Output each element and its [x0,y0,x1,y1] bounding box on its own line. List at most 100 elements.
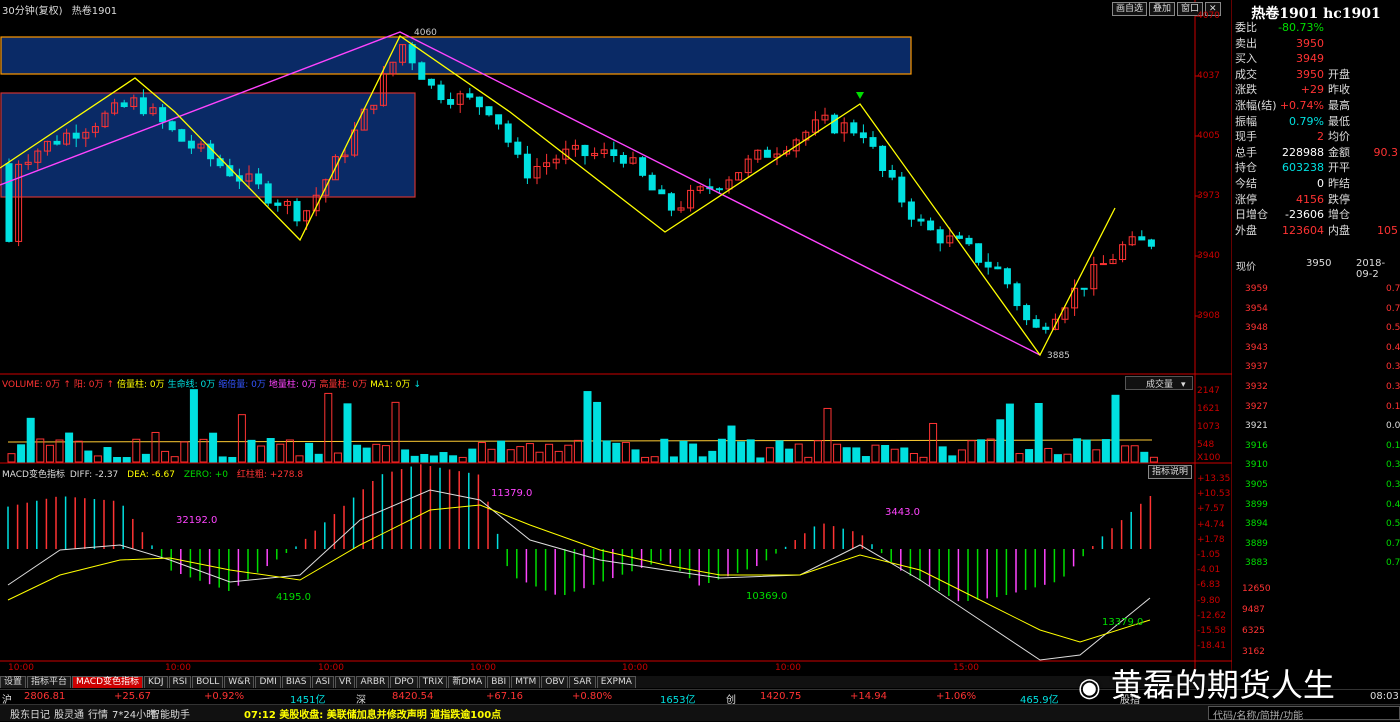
candle-body [936,229,944,244]
volume-bar [525,443,534,463]
volume-legend-item: 倍量柱: 0万 [117,380,165,390]
mini-pct-label: 0.7 [1386,303,1400,314]
kline-chart[interactable] [0,0,1232,676]
index3-chg: +14.94 [850,691,888,702]
mini-price-label: 3959 [1245,284,1268,294]
volume-bar [353,444,362,463]
news-ticker[interactable]: 07:12 美股收盘: 美联储加息并修改声明 道指跌逾100点 [244,706,501,721]
candle-body [447,99,455,105]
mini-price-label: 3905 [1245,480,1268,490]
volume-bar [794,443,803,463]
volume-bar [103,447,112,463]
volume-bar [698,456,707,463]
candle-body [53,140,61,145]
draw-favorite-button[interactable]: 画自选 [1112,2,1148,16]
main-chart-area[interactable] [0,0,1232,676]
tab-17[interactable]: OBV [541,676,569,688]
tab-10[interactable]: VR [335,676,356,688]
volume-legend-item: VOLUME: 0万 [2,380,61,390]
volume-bar [74,440,83,463]
tab-12[interactable]: DPO [390,676,418,688]
volume-bar [583,391,592,463]
tab-19[interactable]: EXPMA [596,676,636,688]
candle-body [619,154,627,164]
footer-item-quotes[interactable]: 行情 [88,706,108,721]
time-axis-label: 10:00 [775,663,801,673]
tab-6[interactable]: W&R [224,676,255,688]
candle-body [120,102,128,108]
volume-axis-label: 1073 [1197,422,1220,432]
candle-body [514,141,522,155]
price-axis-label: 4005 [1197,131,1220,141]
resistance-box [0,36,912,75]
macd-zero: ZERO: +0 [183,470,229,480]
volume-bar [737,441,746,463]
clock: 08:03 [1370,691,1399,702]
tab-1[interactable]: 指标平台 [27,676,72,688]
tab-3[interactable]: KDJ [144,676,168,688]
tab-2[interactable]: MACD变色指标 [72,676,144,688]
candle-body [888,169,896,178]
volume-bar [1025,449,1034,463]
tab-15[interactable]: BBI [487,676,511,688]
volume-bar [429,455,438,463]
quote-value: +0.74% [1279,99,1324,112]
tab-13[interactable]: TRIX [418,676,448,688]
macd-axis-label: -4.01 [1197,565,1221,576]
mini-now-label: 现价 [1236,262,1256,273]
footer-item-gulingtong[interactable]: 股灵通 [54,706,84,721]
volume-bar [487,448,496,463]
footer-item-diary[interactable]: 股东日记 [10,706,50,721]
macd-value-label: 3443.0 [885,507,920,518]
volume-bar [1092,449,1101,463]
volume-dropdown[interactable]: 成交量 ▾ [1125,376,1193,390]
tab-14[interactable]: 新DMA [448,676,487,688]
volume-bar [161,450,170,463]
quote-value: 90.3 [1373,145,1399,159]
price-axis-label: 3940 [1197,251,1220,261]
macd-diff: DIFF: -2.37 [69,470,119,480]
volume-bar [756,457,765,463]
tab-9[interactable]: ASI [311,676,335,688]
tab-16[interactable]: MTM [511,676,541,688]
tab-8[interactable]: BIAS [281,676,311,688]
tab-18[interactable]: SAR [569,676,596,688]
tab-0[interactable]: 设置 [0,676,27,688]
volume-legend-item: ↑ [106,380,115,390]
volume-bar [333,452,342,463]
tab-5[interactable]: BOLL [192,676,224,688]
macd-value-label: 32192.0 [176,515,218,526]
volume-bar [871,444,880,463]
macd-legend: MACD变色指标 DIFF: -2.37 DEA: -6.67 ZERO: +0… [2,467,303,480]
volume-bar [218,456,227,463]
volume-bar [343,403,352,463]
volume-bar [141,453,150,463]
mini-now-value: 3950 [1306,258,1332,269]
mini-pct-label: 0.3 [1386,382,1400,392]
overlay-button[interactable]: 叠加 [1149,2,1176,16]
candle-body [984,261,992,268]
quote-label: 增仓 [1328,208,1350,222]
tab-7[interactable]: DMI [255,676,281,688]
volume-bar [669,456,678,463]
indicator-help-button[interactable]: 指标说明 [1148,465,1193,479]
volume-bar [1140,451,1149,463]
volume-bar [55,439,64,463]
tab-4[interactable]: RSI [168,676,192,688]
macd-axis-label: +10.53 [1197,489,1231,500]
volume-bar [199,438,208,463]
candle-body [523,153,531,179]
search-box[interactable]: 代码/名称/简拼/功能 [1208,706,1400,722]
volume-bar [362,447,371,463]
footer-item-assistant[interactable]: 智能助手 [150,706,190,721]
quote-value: -80.73% [1278,21,1324,34]
volume-bar [381,445,390,463]
volume-legend: VOLUME: 0万 ↑ 阳: 0万 ↑ 倍量柱: 0万 生命线: 0万 缩倍量: 0万 地量… [2,377,424,390]
tab-11[interactable]: ARBR [356,676,390,688]
candle-body [763,149,771,158]
candle-body [475,96,483,108]
candle-body [581,144,589,157]
watermark-text: 黄磊的期货人生 [1110,666,1335,704]
macd-value-label: 11379.0 [491,488,533,499]
volume-axis-label: 548 [1197,440,1215,450]
